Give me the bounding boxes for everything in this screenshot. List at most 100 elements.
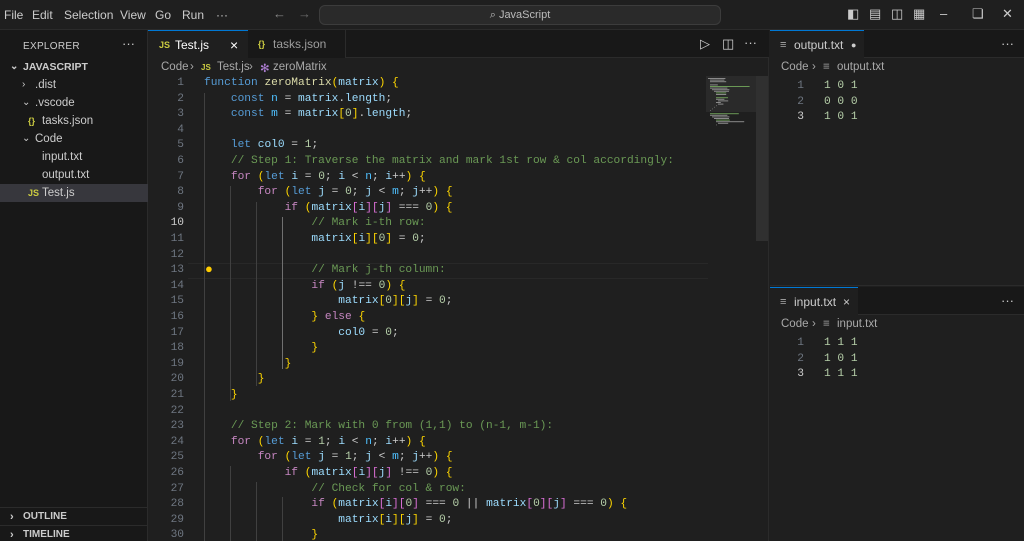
breadcrumb-file[interactable]: Test.js <box>217 61 250 73</box>
minimap-line <box>710 110 711 111</box>
back-arrow-icon[interactable]: ← <box>273 7 286 21</box>
minimap-line <box>716 98 725 100</box>
line-number: 29 <box>170 513 184 526</box>
tab-output-txt[interactable]: ≡ output.txt ● <box>770 30 864 58</box>
text-file-icon: ≡ <box>823 318 830 330</box>
toggle-primary-sidebar-icon[interactable]: ◧ <box>847 7 859 21</box>
tab-test-js[interactable]: JS Test.js × <box>148 30 248 58</box>
minimap-line <box>712 108 713 110</box>
explorer-sidebar: EXPLORER ··· ⌄ JAVASCRIPT › .dist ⌄ .vsc… <box>0 30 148 541</box>
line-number: 24 <box>170 435 184 448</box>
code-line: for (let i = 0; i < n; i++) { <box>230 170 426 183</box>
chevron-right-icon: › <box>10 511 14 523</box>
pane-more-actions-icon[interactable]: ··· <box>1001 36 1014 51</box>
tree-item-code[interactable]: ⌄ Code <box>0 130 148 148</box>
text-file-icon: ≡ <box>780 296 787 308</box>
explorer-header: EXPLORER <box>23 41 80 52</box>
title-bar: File Edit Selection View Go Run ··· ← → … <box>0 0 1024 30</box>
chevron-right-icon: › <box>190 61 194 73</box>
maximize-icon[interactable]: ❏ <box>972 7 984 21</box>
breadcrumb-folder[interactable]: Code <box>781 61 809 73</box>
line-number: 10 <box>170 217 184 230</box>
code-line: for (let i = 1; i < n; i++) { <box>230 435 426 448</box>
tree-item-test-js[interactable]: JS Test.js <box>0 184 148 202</box>
menu-file[interactable]: File <box>4 8 23 22</box>
line-number: 3 <box>797 368 804 381</box>
code-line: if (matrix[i][j] !== 0) { <box>284 467 453 479</box>
code-line: // Step 2: Mark with 0 from (1,1) to (n-… <box>230 420 554 433</box>
breadcrumb-folder[interactable]: Code <box>781 318 809 330</box>
menu-selection[interactable]: Selection <box>64 8 113 22</box>
code-line: if (matrix[i][0] === 0 || matrix[0][j] =… <box>311 498 628 511</box>
tab-label: output.txt <box>794 38 844 52</box>
minimap[interactable] <box>706 76 756 146</box>
tree-item-output-txt[interactable]: output.txt <box>0 166 148 184</box>
line-number: 17 <box>170 326 184 339</box>
run-icon[interactable]: ▷ <box>700 36 710 52</box>
unsaved-dot-icon[interactable]: ● <box>851 31 856 59</box>
close-icon[interactable]: × <box>230 31 238 59</box>
line-number: 16 <box>170 311 184 323</box>
toggle-panel-icon[interactable]: ▤ <box>869 7 881 21</box>
chevron-down-icon: ⌄ <box>22 133 31 144</box>
line-number: 1 <box>797 337 804 349</box>
menu-view[interactable]: View <box>120 8 146 22</box>
code-line: // Step 1: Traverse the matrix and mark … <box>230 155 674 167</box>
breadcrumb-symbol[interactable]: zeroMatrix <box>273 61 327 73</box>
command-center-search[interactable]: ⌕ JavaScript <box>319 5 721 25</box>
line-number: 25 <box>170 451 184 464</box>
search-icon: ⌕ <box>489 9 496 21</box>
code-line: if (j !== 0) { <box>311 279 406 292</box>
menu-run[interactable]: Run <box>182 8 204 22</box>
line-number: 4 <box>177 123 184 136</box>
editor-more-actions-icon[interactable]: ··· <box>744 35 757 50</box>
split-editor-icon[interactable]: ◫ <box>722 36 734 52</box>
breadcrumb-file[interactable]: output.txt <box>837 61 884 73</box>
minimap-line <box>718 103 724 105</box>
menu-more[interactable]: ··· <box>216 8 228 22</box>
chevron-down-icon: ⌄ <box>10 61 19 72</box>
pane-more-actions-icon[interactable]: ··· <box>1001 293 1014 308</box>
menu-edit[interactable]: Edit <box>32 8 53 22</box>
explorer-more-actions[interactable]: ··· <box>122 36 135 51</box>
code-line: // Mark j-th column: <box>311 264 446 277</box>
minimize-icon[interactable]: – <box>940 7 947 21</box>
minimap-line <box>712 116 730 118</box>
outline-section[interactable]: › OUTLINE <box>0 507 148 525</box>
minimap-line <box>710 86 750 87</box>
timeline-section[interactable]: › TIMELINE <box>0 525 148 541</box>
code-line: } <box>311 342 319 355</box>
vertical-scrollbar[interactable] <box>756 76 768 241</box>
code-line: let col0 = 1; <box>230 139 319 152</box>
line-number: 27 <box>170 482 184 495</box>
breadcrumb-folder[interactable]: Code <box>161 61 189 73</box>
minimap-line <box>710 84 718 86</box>
output-pane: ≡ output.txt ● ··· Code › ≡ output.txt 1… <box>770 30 1024 286</box>
code-editor[interactable]: ● 1 function zeroMatrix(matrix) {2 const … <box>148 76 769 541</box>
toggle-secondary-sidebar-icon[interactable]: ◫ <box>891 7 903 21</box>
tab-label: tasks.json <box>273 37 327 51</box>
code-line: } <box>311 529 319 541</box>
menu-go[interactable]: Go <box>155 8 171 22</box>
editor-group: JS Test.js × {} tasks.json ▷ ◫ ··· Code … <box>148 30 769 541</box>
tree-item-tasks-json[interactable]: {} tasks.json <box>0 112 148 130</box>
explorer-root-folder[interactable]: ⌄ JAVASCRIPT <box>0 58 148 76</box>
tab-tasks-json[interactable]: {} tasks.json <box>248 30 346 58</box>
line-number: 5 <box>177 139 184 152</box>
tree-item-vscode[interactable]: ⌄ .vscode <box>0 94 148 112</box>
tree-item-dist[interactable]: › .dist <box>0 76 148 94</box>
tree-item-input-txt[interactable]: input.txt <box>0 148 148 166</box>
minimap-line <box>710 113 739 115</box>
javascript-file-icon: JS <box>201 63 211 72</box>
close-window-icon[interactable]: ✕ <box>1002 7 1013 21</box>
minimap-line <box>714 118 729 119</box>
close-icon[interactable]: × <box>843 288 850 316</box>
code-line: if (matrix[i][j] === 0) { <box>284 201 453 214</box>
text-line: 1 0 1 <box>824 111 858 124</box>
forward-arrow-icon[interactable]: → <box>298 7 311 21</box>
customize-layout-icon[interactable]: ▦ <box>913 7 925 21</box>
minimap-line <box>716 124 717 126</box>
tab-input-txt[interactable]: ≡ input.txt × <box>770 287 858 315</box>
breadcrumb-file[interactable]: input.txt <box>837 318 877 330</box>
line-number: 15 <box>170 295 184 308</box>
